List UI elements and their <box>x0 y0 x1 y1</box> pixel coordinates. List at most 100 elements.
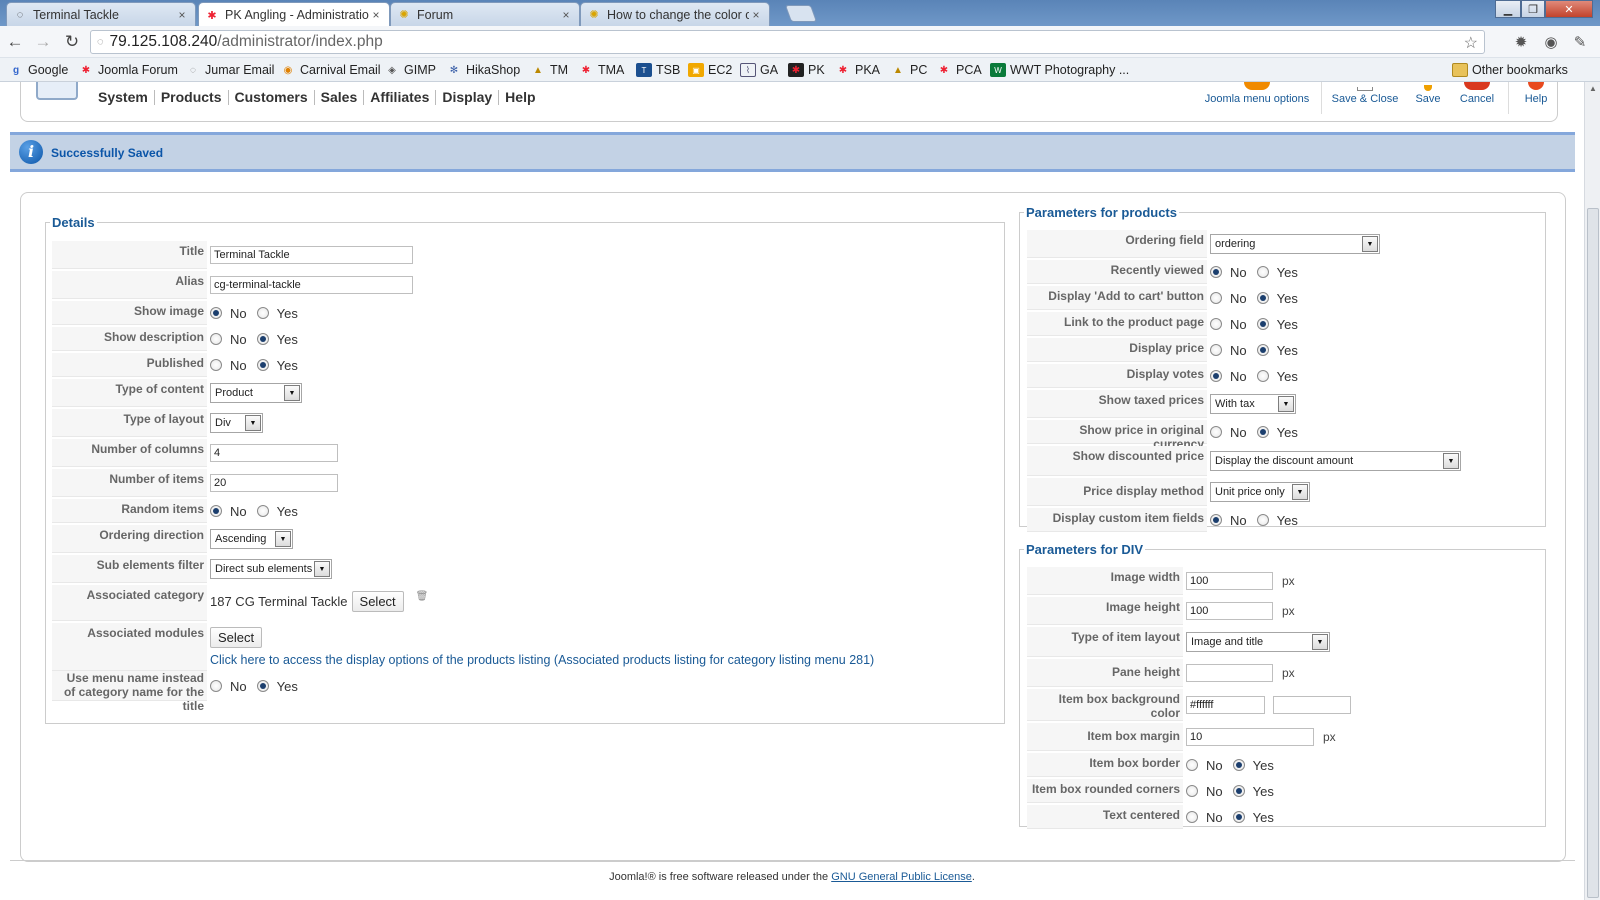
random-items-no-radio[interactable] <box>210 505 222 517</box>
item-layout-select[interactable]: Image and title ▼ <box>1186 632 1330 652</box>
address-bar[interactable]: ◌ 79.125.108.240/administrator/index.php… <box>90 30 1485 54</box>
text-centered-yes-radio[interactable] <box>1232 811 1245 823</box>
number-of-columns-input[interactable] <box>210 444 338 462</box>
published-no-radio[interactable] <box>210 359 222 371</box>
random-items-yes-radio[interactable] <box>256 505 269 517</box>
bookmark-tsb[interactable]: T TSB <box>636 61 680 79</box>
menu-affiliates[interactable]: Affiliates <box>364 90 437 105</box>
star-icon[interactable]: ☆ <box>1464 33 1478 53</box>
eye-icon[interactable]: ◉ <box>1540 31 1562 53</box>
close-window-button[interactable]: ✕ <box>1545 0 1593 18</box>
trash-icon[interactable]: 🗑 <box>416 591 429 602</box>
close-icon[interactable]: × <box>749 8 763 22</box>
item-box-margin-input[interactable] <box>1186 728 1314 746</box>
select-modules-button[interactable]: Select <box>210 627 263 648</box>
discounted-price-select[interactable]: Display the discount amount ▼ <box>1210 451 1461 471</box>
add-to-cart-yes-radio[interactable] <box>1256 292 1269 304</box>
joomla-menu-options-button[interactable]: Joomla menu options <box>1204 82 1310 105</box>
new-tab-button[interactable] <box>784 5 818 22</box>
show-image-no-radio[interactable] <box>210 307 222 319</box>
close-icon[interactable]: × <box>369 8 383 22</box>
reload-icon[interactable]: ↻ <box>61 31 83 53</box>
rounded-corners-no-radio[interactable] <box>1186 785 1198 797</box>
use-menu-name-yes-radio[interactable] <box>256 680 269 692</box>
bookmark-pc[interactable]: ▲ PC <box>890 61 927 79</box>
rounded-corners-yes-radio[interactable] <box>1232 785 1245 797</box>
menu-customers[interactable]: Customers <box>229 90 315 105</box>
title-input[interactable] <box>210 246 413 264</box>
original-currency-no-radio[interactable] <box>1210 426 1222 438</box>
taxed-prices-select[interactable]: With tax ▼ <box>1210 394 1296 414</box>
item-box-border-no-radio[interactable] <box>1186 759 1198 771</box>
alias-input[interactable] <box>210 276 413 294</box>
select-category-button[interactable]: Select <box>351 591 404 612</box>
show-description-yes-radio[interactable] <box>256 333 269 345</box>
type-of-content-select[interactable]: Product ▼ <box>210 383 302 403</box>
products-listing-link[interactable]: Click here to access the display options… <box>210 653 874 667</box>
bookmark-joomla-forum[interactable]: ✱ Joomla Forum <box>78 61 178 79</box>
link-product-yes-radio[interactable] <box>1256 318 1269 330</box>
tab-forum[interactable]: ✺ Forum × <box>390 2 580 26</box>
original-currency-yes-radio[interactable] <box>1256 426 1269 438</box>
menu-display[interactable]: Display <box>436 90 500 105</box>
recently-viewed-yes-radio[interactable] <box>1256 266 1269 278</box>
bookmark-hikashop[interactable]: ✻ HikaShop <box>446 61 520 79</box>
bookmark-carnival-email[interactable]: ◉ Carnival Email <box>280 61 381 79</box>
bookmark-pca[interactable]: ✱ PCA <box>936 61 982 79</box>
ordering-direction-select[interactable]: Ascending ▼ <box>210 529 293 549</box>
vertical-scrollbar[interactable]: ▲ <box>1584 82 1600 900</box>
number-of-items-input[interactable] <box>210 474 338 492</box>
show-image-yes-radio[interactable] <box>256 307 269 319</box>
bookmark-ga[interactable]: ⌇ GA <box>740 61 778 79</box>
bookmark-other[interactable]: Other bookmarks <box>1452 61 1568 79</box>
bookmark-tm[interactable]: ▲ TM <box>530 61 568 79</box>
cancel-button[interactable]: Cancel <box>1454 82 1500 105</box>
color-swatch[interactable] <box>1273 696 1351 714</box>
maximize-button[interactable]: ❐ <box>1521 0 1545 18</box>
minimize-button[interactable]: ▁ <box>1495 0 1521 18</box>
bookmark-tma[interactable]: ✱ TMA <box>578 61 625 79</box>
bookmark-gimp[interactable]: ◈ GIMP <box>384 61 436 79</box>
background-color-input[interactable] <box>1186 696 1265 714</box>
published-yes-radio[interactable] <box>256 359 269 371</box>
menu-sales[interactable]: Sales <box>315 90 365 105</box>
close-icon[interactable]: × <box>175 8 189 22</box>
scrollbar-thumb[interactable] <box>1587 208 1599 898</box>
display-votes-no-radio[interactable] <box>1210 370 1222 382</box>
tab-terminal-tackle[interactable]: ◌ Terminal Tackle × <box>6 2 196 26</box>
forward-icon[interactable]: → <box>32 31 54 53</box>
menu-system[interactable]: System <box>96 90 155 105</box>
close-icon[interactable]: × <box>559 8 573 22</box>
text-centered-no-radio[interactable] <box>1186 811 1198 823</box>
bookmark-google[interactable]: g Google <box>8 61 68 79</box>
sub-elements-filter-select[interactable]: Direct sub elements ▼ <box>210 559 332 579</box>
bookmark-ec2[interactable]: ▣ EC2 <box>688 61 732 79</box>
bookmark-pka[interactable]: ✱ PKA <box>835 61 880 79</box>
link-product-no-radio[interactable] <box>1210 318 1222 330</box>
menu-help[interactable]: Help <box>499 90 541 105</box>
tab-pk-angling-admin[interactable]: ✱ PK Angling - Administratio × <box>198 2 390 27</box>
use-menu-name-no-radio[interactable] <box>210 680 222 692</box>
back-icon[interactable]: ← <box>4 31 26 53</box>
bookmark-pk[interactable]: ✱ PK <box>788 61 825 79</box>
tab-how-to-change-color[interactable]: ✺ How to change the color or × <box>580 2 770 26</box>
wrench-icon[interactable]: ✎ <box>1569 31 1591 53</box>
image-height-input[interactable] <box>1186 602 1273 620</box>
extension-icon[interactable]: ✹ <box>1510 31 1532 53</box>
display-price-yes-radio[interactable] <box>1256 344 1269 356</box>
scroll-up-icon[interactable]: ▲ <box>1585 84 1600 98</box>
save-button[interactable]: Save <box>1408 82 1448 105</box>
type-of-layout-select[interactable]: Div ▼ <box>210 413 263 433</box>
image-width-input[interactable] <box>1186 572 1273 590</box>
pane-height-input[interactable] <box>1186 664 1273 682</box>
recently-viewed-no-radio[interactable] <box>1210 266 1222 278</box>
display-price-no-radio[interactable] <box>1210 344 1222 356</box>
custom-item-fields-yes-radio[interactable] <box>1256 514 1269 526</box>
custom-item-fields-no-radio[interactable] <box>1210 514 1222 526</box>
bookmark-jumar-email[interactable]: ◌ Jumar Email <box>185 61 274 79</box>
save-close-button[interactable]: Save & Close <box>1330 82 1400 105</box>
gnu-license-link[interactable]: GNU General Public License <box>831 871 972 883</box>
price-display-method-select[interactable]: Unit price only ▼ <box>1210 482 1310 502</box>
menu-products[interactable]: Products <box>155 90 229 105</box>
help-button[interactable]: Help <box>1515 82 1557 105</box>
